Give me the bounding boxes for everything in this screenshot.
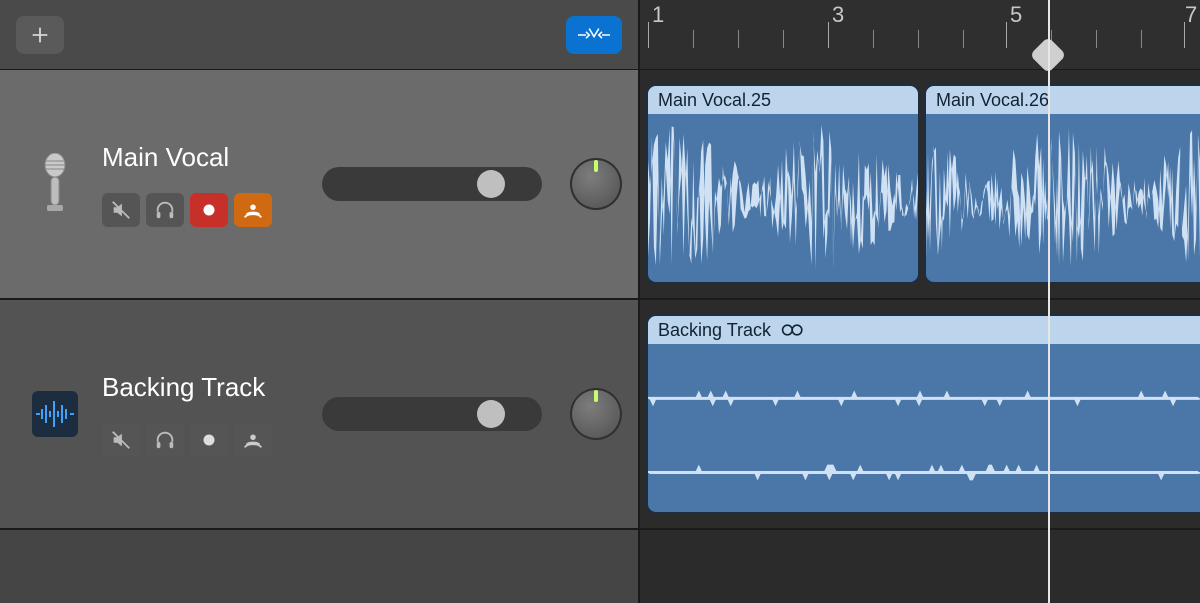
waveform-icon <box>926 114 1200 282</box>
region-header: Main Vocal.25 <box>648 86 918 114</box>
ruler-label: 7 <box>1185 2 1197 28</box>
plus-icon <box>29 24 51 46</box>
track-controls-right <box>322 388 622 440</box>
ruler-label: 1 <box>652 2 664 28</box>
ruler-label: 3 <box>832 2 844 28</box>
waveform-icon <box>648 114 918 282</box>
timeline-ruler[interactable]: 1 3 5 7 <box>640 0 1200 70</box>
track-header-backing-track[interactable]: Backing Track <box>0 300 638 530</box>
input-monitor-icon <box>242 429 264 451</box>
audio-region[interactable]: Backing Track <box>646 314 1200 514</box>
cycle-filter-button[interactable] <box>566 16 622 54</box>
mute-icon <box>110 429 132 451</box>
input-monitor-icon <box>242 199 264 221</box>
track-header-body: Main Vocal <box>102 142 272 227</box>
region-body <box>648 114 918 282</box>
track-button-strip <box>102 193 272 227</box>
playhead-handle[interactable] <box>1030 37 1067 74</box>
solo-button[interactable] <box>146 423 184 457</box>
mute-button[interactable] <box>102 193 140 227</box>
record-enable-button[interactable] <box>190 423 228 457</box>
region-header: Backing Track <box>648 316 1200 344</box>
ruler-label: 5 <box>1010 2 1022 28</box>
track-controls-right <box>322 158 622 210</box>
microphone-icon <box>30 149 80 219</box>
record-enable-button[interactable] <box>190 193 228 227</box>
mute-button[interactable] <box>102 423 140 457</box>
headphones-icon <box>154 199 176 221</box>
daw-window: Main Vocal <box>0 0 1200 603</box>
pan-knob[interactable] <box>570 158 622 210</box>
loop-icon <box>781 323 805 337</box>
track-header-main-vocal[interactable]: Main Vocal <box>0 70 638 300</box>
region-body <box>648 344 1200 512</box>
track-name-label: Backing Track <box>102 372 272 403</box>
record-icon <box>198 429 220 451</box>
audio-region[interactable]: Main Vocal.25 <box>646 84 920 284</box>
track-lane-backing-track[interactable]: Backing Track <box>640 300 1200 530</box>
region-header: Main Vocal.26 <box>926 86 1200 114</box>
headphones-icon <box>154 429 176 451</box>
solo-button[interactable] <box>146 193 184 227</box>
filter-icon <box>578 25 610 45</box>
volume-slider-thumb[interactable] <box>477 400 505 428</box>
arrangement-area[interactable]: 1 3 5 7 Main Vocal.25 <box>640 0 1200 603</box>
input-monitor-button[interactable] <box>234 193 272 227</box>
region-name-label: Main Vocal.26 <box>936 90 1049 111</box>
audio-waves-icon <box>30 379 80 449</box>
waveform-icon <box>648 344 1200 512</box>
input-monitor-button[interactable] <box>234 423 272 457</box>
region-name-label: Backing Track <box>658 320 771 341</box>
record-icon <box>198 199 220 221</box>
track-header-panel: Main Vocal <box>0 0 640 603</box>
volume-slider[interactable] <box>322 397 542 431</box>
track-header-body: Backing Track <box>102 372 272 457</box>
volume-slider-thumb[interactable] <box>477 170 505 198</box>
audio-region[interactable]: Main Vocal.26 <box>924 84 1200 284</box>
pan-knob[interactable] <box>570 388 622 440</box>
region-body <box>926 114 1200 282</box>
empty-track-area <box>0 530 638 603</box>
mute-icon <box>110 199 132 221</box>
track-button-strip <box>102 423 272 457</box>
volume-slider[interactable] <box>322 167 542 201</box>
track-name-label: Main Vocal <box>102 142 272 173</box>
track-lane-main-vocal[interactable]: Main Vocal.25 Main Vocal.26 <box>640 70 1200 300</box>
region-name-label: Main Vocal.25 <box>658 90 771 111</box>
track-header-toolbar <box>0 0 638 70</box>
add-track-button[interactable] <box>16 16 64 54</box>
